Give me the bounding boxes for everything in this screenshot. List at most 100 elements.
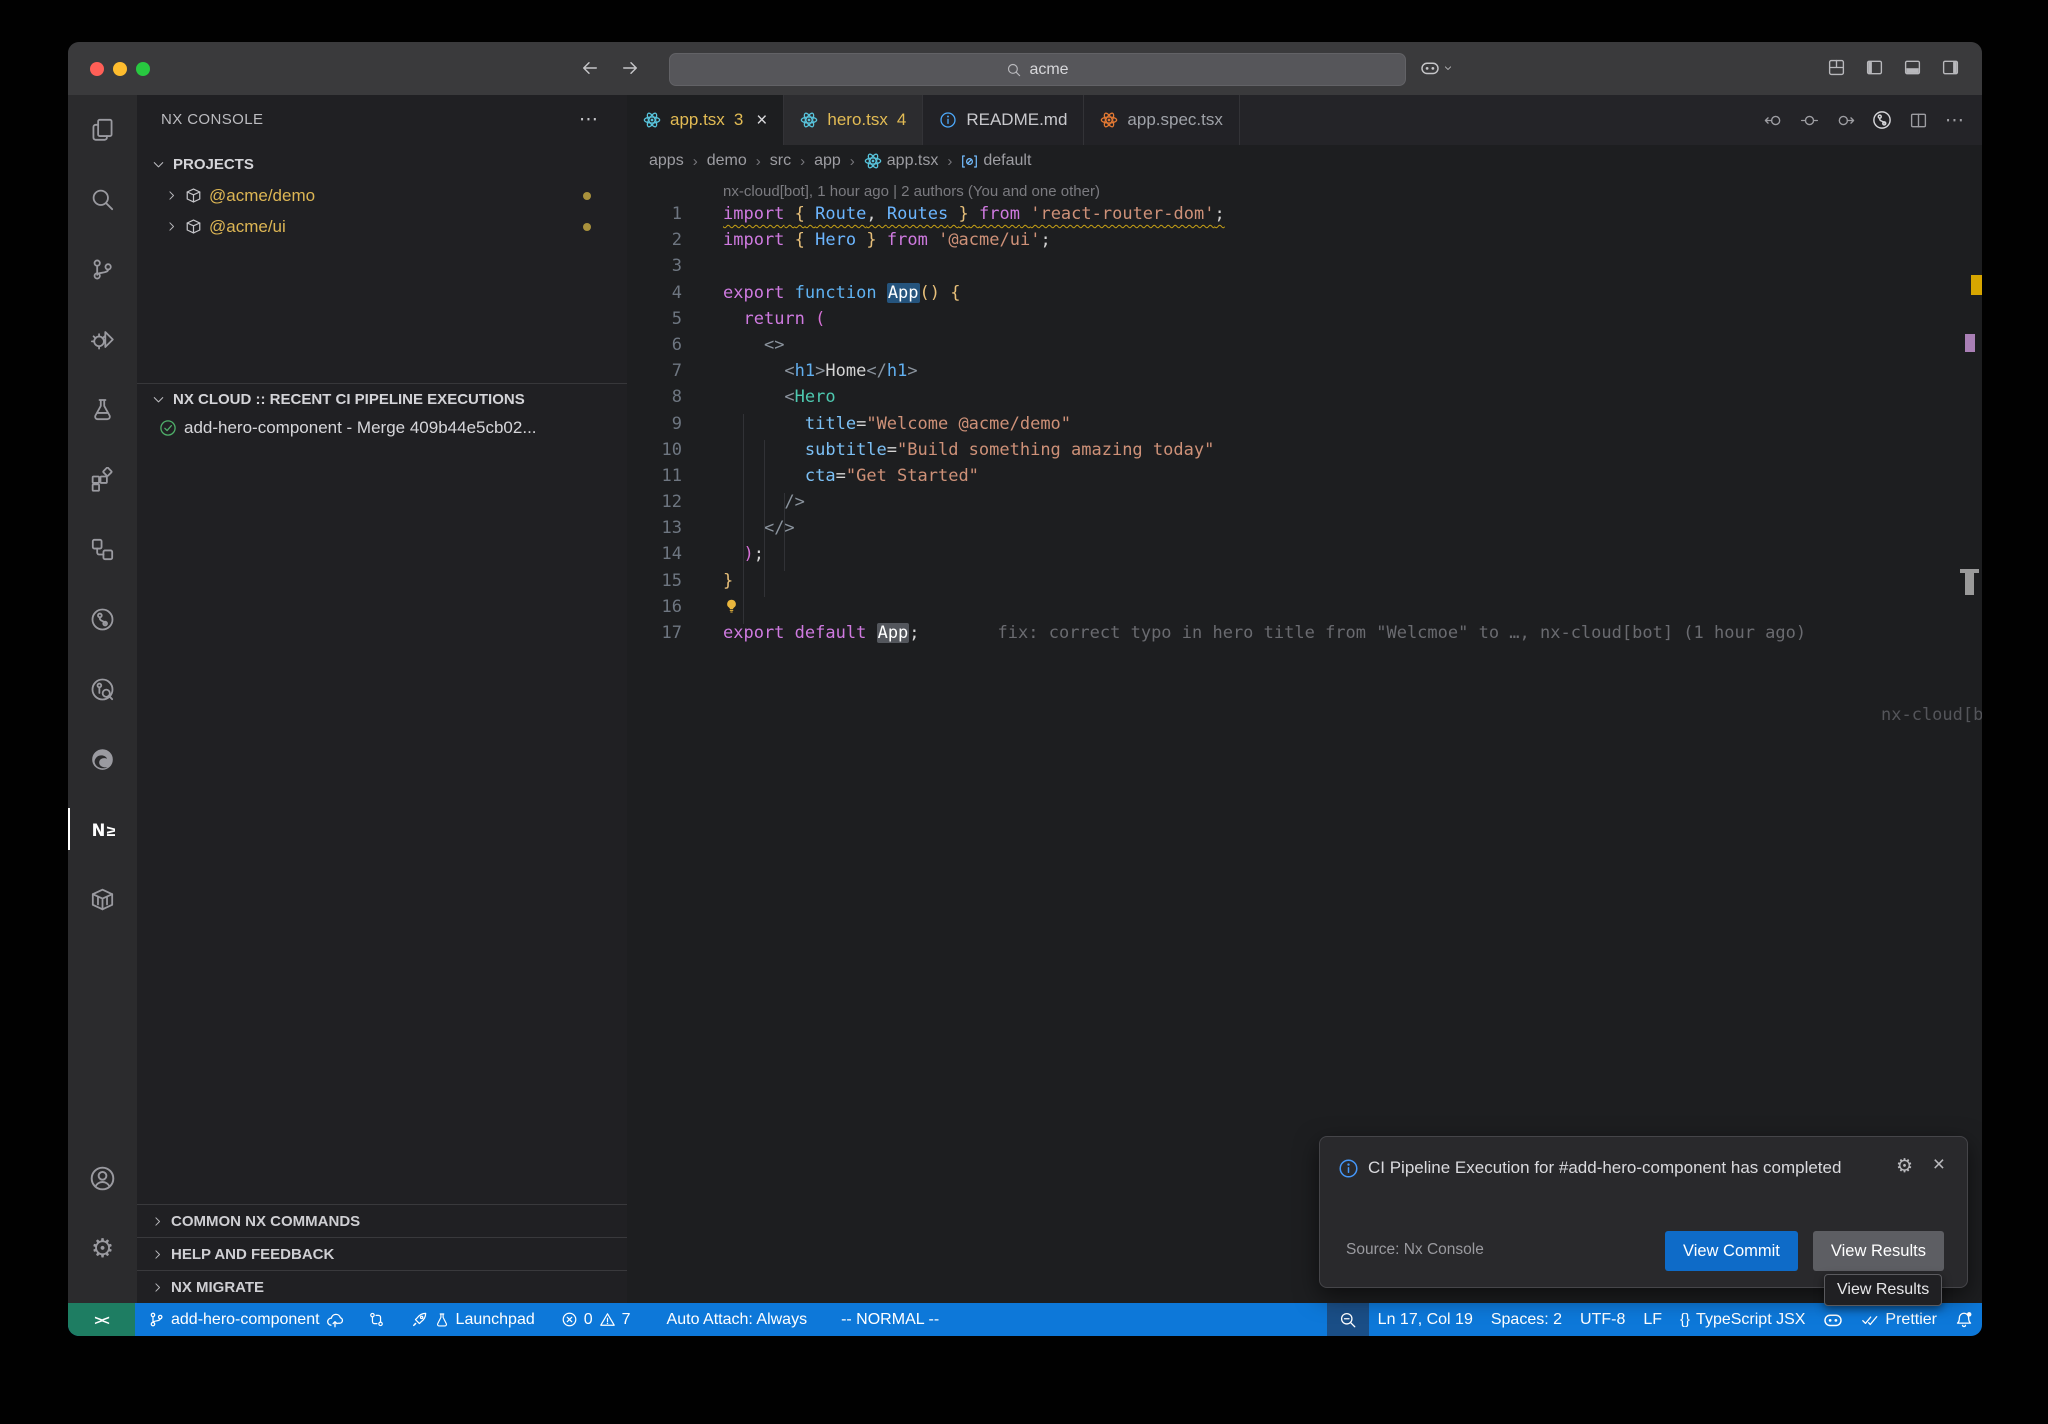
breadcrumb-item-src[interactable]: src bbox=[770, 152, 791, 170]
code-line[interactable]: 13 </> bbox=[627, 515, 1982, 541]
extensions-icon[interactable] bbox=[68, 453, 137, 505]
code-line[interactable]: 10 subtitle="Build something amazing tod… bbox=[627, 437, 1982, 463]
breadcrumb-item-app-tsx[interactable]: app.tsx bbox=[864, 152, 939, 170]
copilot-menu[interactable] bbox=[1420, 58, 1454, 78]
search-value: acme bbox=[1029, 61, 1068, 79]
status-auto-attach[interactable]: Auto Attach: Always bbox=[658, 1303, 817, 1336]
notification-close-icon[interactable]: × bbox=[1933, 1153, 1945, 1177]
breadcrumb-item-apps[interactable]: apps bbox=[649, 152, 684, 170]
accounts-icon[interactable] bbox=[68, 1152, 137, 1204]
section-help-and-feedback[interactable]: HELP AND FEEDBACK bbox=[137, 1237, 627, 1270]
section-projects[interactable]: PROJECTS bbox=[137, 149, 627, 179]
project-label: @acme/ui bbox=[209, 217, 286, 237]
testing-icon[interactable] bbox=[68, 383, 137, 435]
tab-hero-tsx[interactable]: hero.tsx4 bbox=[784, 95, 923, 145]
line-content: title="Welcome @acme/demo" bbox=[723, 411, 1071, 437]
nav-current-change-icon[interactable] bbox=[1800, 111, 1819, 130]
remote-indicator[interactable]: >< bbox=[68, 1303, 135, 1336]
project-item[interactable]: @acme/demo bbox=[137, 181, 627, 210]
code-line[interactable]: 7 <h1>Home</h1> bbox=[627, 358, 1982, 384]
breadcrumb-item-app[interactable]: app bbox=[814, 152, 841, 170]
command-center-search[interactable]: acme bbox=[669, 53, 1406, 86]
containers-icon[interactable] bbox=[68, 873, 137, 925]
code-line[interactable]: 2import { Hero } from '@acme/ui'; bbox=[627, 227, 1982, 253]
nav-previous-change-icon[interactable] bbox=[1764, 111, 1783, 130]
toggle-primary-sidebar-icon[interactable] bbox=[1865, 58, 1884, 77]
sidebar-more-actions-icon[interactable]: ⋯ bbox=[579, 108, 599, 131]
notification-source: Source: Nx Console bbox=[1346, 1241, 1484, 1259]
status-encoding[interactable]: UTF-8 bbox=[1571, 1303, 1634, 1336]
status-launchpad[interactable]: Launchpad bbox=[402, 1303, 544, 1336]
status-branch[interactable]: add-hero-component bbox=[139, 1303, 353, 1336]
toggle-secondary-sidebar-icon[interactable] bbox=[1941, 58, 1960, 77]
status-eol[interactable]: LF bbox=[1634, 1303, 1671, 1336]
cloudUp-icon bbox=[326, 1311, 344, 1329]
code-line[interactable]: 11 cta="Get Started" bbox=[627, 463, 1982, 489]
status-formatter[interactable]: Prettier bbox=[1852, 1303, 1946, 1336]
status-language[interactable]: {}TypeScript JSX bbox=[1671, 1303, 1814, 1336]
toggle-panel-icon[interactable] bbox=[1903, 58, 1922, 77]
code-line[interactable]: 3 bbox=[627, 253, 1982, 279]
editor-more-actions-icon[interactable]: ⋯ bbox=[1945, 109, 1964, 132]
code-line[interactable]: 8 <Hero bbox=[627, 384, 1982, 410]
run-debug-icon[interactable] bbox=[68, 313, 137, 365]
code-line[interactable]: 1import { Route, Routes } from 'react-ro… bbox=[627, 201, 1982, 227]
navigate-forward-icon[interactable] bbox=[620, 58, 640, 83]
code-line[interactable]: 12 /> bbox=[627, 489, 1982, 515]
nx-console-icon[interactable]: N≥ bbox=[68, 803, 137, 855]
line-content: subtitle="Build something amazing today" bbox=[723, 437, 1214, 463]
tab-readme-md[interactable]: README.md bbox=[923, 95, 1084, 145]
gitlens-icon[interactable] bbox=[68, 593, 137, 645]
navigate-back-icon[interactable] bbox=[580, 58, 600, 83]
code-line[interactable]: 4export function App() { bbox=[627, 280, 1982, 306]
code-line[interactable]: 15} bbox=[627, 568, 1982, 594]
lightbulb-icon[interactable] bbox=[723, 598, 740, 615]
split-editor-icon[interactable] bbox=[1909, 111, 1928, 130]
tab-label: app.spec.tsx bbox=[1127, 110, 1222, 130]
source-control-icon[interactable] bbox=[68, 243, 137, 295]
zoom-out-segment[interactable] bbox=[1327, 1303, 1369, 1336]
commit-graph-icon[interactable] bbox=[1872, 110, 1892, 130]
indent-guide bbox=[743, 414, 744, 624]
commit-graph-icon[interactable] bbox=[68, 663, 137, 715]
view-results-button[interactable]: View Results bbox=[1813, 1231, 1944, 1271]
status-notifications-bell[interactable] bbox=[1946, 1303, 1982, 1336]
status-problems[interactable]: 07 bbox=[552, 1303, 640, 1336]
status-cursor-position[interactable]: Ln 17, Col 19 bbox=[1369, 1303, 1482, 1336]
tab-app-spec-tsx[interactable]: app.spec.tsx bbox=[1084, 95, 1239, 145]
view-results-tooltip: View Results bbox=[1824, 1274, 1942, 1306]
status-copilot[interactable] bbox=[1814, 1303, 1852, 1336]
tab-app-tsx[interactable]: app.tsx3× bbox=[627, 95, 784, 145]
code-line[interactable]: 5 return ( bbox=[627, 306, 1982, 332]
code-line[interactable]: 16 bbox=[627, 594, 1982, 620]
close-window-button[interactable] bbox=[90, 62, 104, 76]
status-indentation[interactable]: Spaces: 2 bbox=[1482, 1303, 1571, 1336]
search-icon[interactable] bbox=[68, 173, 137, 225]
explorer-icon[interactable] bbox=[68, 103, 137, 155]
status-vim-mode[interactable]: -- NORMAL -- bbox=[832, 1303, 948, 1336]
remote-explorer-icon[interactable] bbox=[68, 523, 137, 575]
code-line[interactable]: 6 <> bbox=[627, 332, 1982, 358]
zoom-window-button[interactable] bbox=[136, 62, 150, 76]
status-source-control-graph[interactable] bbox=[359, 1303, 394, 1336]
code-line[interactable]: 17export default App;fix: correct typo i… bbox=[627, 620, 1982, 646]
project-item[interactable]: @acme/ui bbox=[137, 212, 627, 241]
pipeline-execution-item[interactable]: add-hero-component - Merge 409b44e5cb02.… bbox=[137, 413, 627, 442]
settings-gear-icon[interactable]: ⚙ bbox=[68, 1222, 137, 1274]
customize-layout-icon[interactable] bbox=[1827, 58, 1846, 77]
breadcrumb-item-default[interactable]: default bbox=[961, 152, 1031, 170]
edge-tools-icon[interactable] bbox=[68, 733, 137, 785]
breadcrumb-item-demo[interactable]: demo bbox=[707, 152, 747, 170]
minimize-window-button[interactable] bbox=[113, 62, 127, 76]
notification-settings-icon[interactable]: ⚙ bbox=[1896, 1155, 1913, 1178]
code-line[interactable]: 9 title="Welcome @acme/demo" bbox=[627, 411, 1982, 437]
section-common-nx-commands[interactable]: COMMON NX COMMANDS bbox=[137, 1204, 627, 1237]
section-nx-cloud[interactable]: NX CLOUD :: RECENT CI PIPELINE EXECUTION… bbox=[137, 383, 627, 414]
code-editor[interactable]: nx-cloud[bot], 1 hour ago | 2 authors (Y… bbox=[627, 177, 1982, 1303]
view-commit-button[interactable]: View Commit bbox=[1665, 1231, 1798, 1271]
breadcrumb-separator: › bbox=[850, 153, 855, 170]
nav-next-change-icon[interactable] bbox=[1836, 111, 1855, 130]
close-tab-icon[interactable]: × bbox=[756, 111, 767, 130]
code-line[interactable]: 14 ); bbox=[627, 541, 1982, 567]
section-nx-migrate[interactable]: NX MIGRATE bbox=[137, 1270, 627, 1303]
